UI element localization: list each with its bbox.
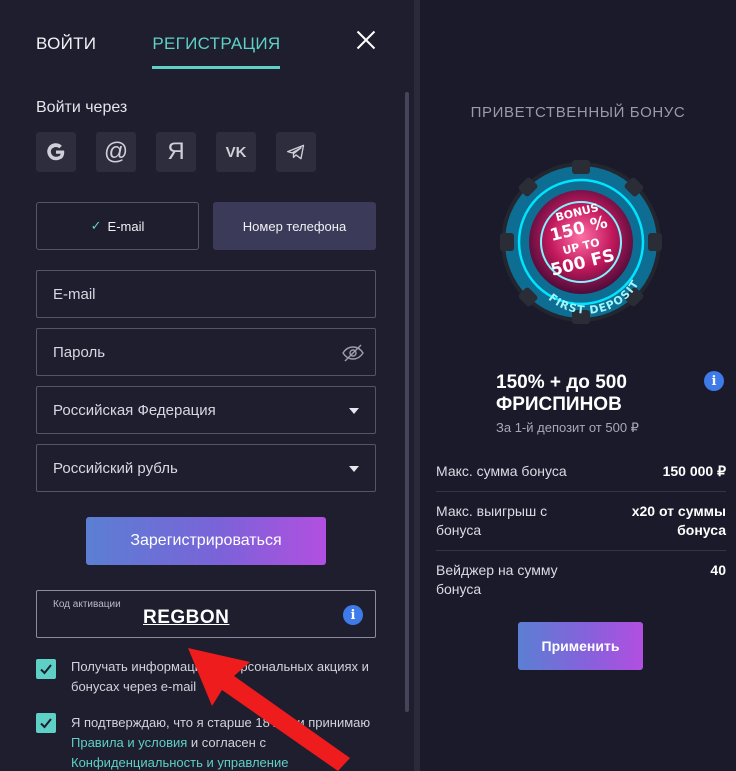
email-placeholder: E-mail: [53, 285, 96, 303]
currency-select[interactable]: Российский рубль: [36, 444, 376, 492]
auth-tabs: ВОЙТИ РЕГИСТРАЦИЯ: [36, 34, 281, 69]
register-button[interactable]: Зарегистрироваться: [86, 517, 326, 565]
bonus-term-row: Макс. выигрыш с бонуса x20 от суммы бону…: [436, 492, 726, 551]
country-select[interactable]: Российская Федерация: [36, 386, 376, 434]
newsletter-checkbox[interactable]: [36, 659, 56, 679]
promo-code-field[interactable]: Код активации REGBON i: [36, 590, 376, 638]
apply-button[interactable]: Применить: [518, 622, 643, 670]
check-icon: [40, 718, 52, 729]
login-via-label: Войти через: [36, 99, 128, 116]
email-field[interactable]: E-mail: [36, 270, 376, 318]
eye-slash-icon[interactable]: [341, 343, 365, 363]
promo-code-value: REGBON: [143, 607, 230, 628]
telegram-icon[interactable]: [276, 132, 316, 172]
password-field[interactable]: Пароль: [36, 328, 376, 376]
offer-title: 150% + до 500 ФРИСПИНОВ: [496, 372, 627, 415]
bonus-title: ПРИВЕТСТВЕННЫЙ БОНУС: [470, 104, 686, 121]
vk-icon[interactable]: VK: [216, 132, 256, 172]
close-icon[interactable]: [354, 28, 378, 52]
casino-chip-image: BONUS 150 % UP TO 500 FS FIRST DEPOSIT: [500, 160, 662, 324]
check-icon: [40, 664, 52, 675]
currency-value: Российский рубль: [53, 459, 178, 477]
deposit-condition: За 1-й депозит от 500 ₽: [496, 420, 639, 435]
social-login-list: @ Я VK: [36, 132, 316, 172]
auth-panel: ВОЙТИ РЕГИСТРАЦИЯ Войти через @ Я VK ✓ E…: [0, 0, 414, 771]
age-terms-checkbox[interactable]: [36, 713, 56, 733]
country-value: Российская Федерация: [53, 401, 216, 419]
promo-code-label: Код активации: [53, 599, 121, 610]
yandex-icon[interactable]: Я: [156, 132, 196, 172]
age-terms-text: Я подтверждаю, что я старше 18 лет и при…: [71, 715, 371, 770]
privacy-link[interactable]: Конфиденциальность и управление: [71, 755, 288, 770]
newsletter-text: Получать информацию о персональных акция…: [71, 659, 369, 694]
bonus-term-row: Макс. сумма бонуса 150 000 ₽: [436, 452, 726, 492]
scrollbar[interactable]: [405, 92, 409, 712]
tab-register[interactable]: РЕГИСТРАЦИЯ: [152, 34, 281, 69]
password-placeholder: Пароль: [53, 343, 106, 361]
tab-login[interactable]: ВОЙТИ: [36, 34, 96, 69]
chevron-down-icon: [349, 408, 359, 414]
bonus-terms-table: Макс. сумма бонуса 150 000 ₽ Макс. выигр…: [436, 452, 726, 609]
bonus-panel: ПРИВЕТСТВЕННЫЙ БОНУС BONUS 150 % UP TO 5…: [420, 0, 736, 771]
mail-at-icon[interactable]: @: [96, 132, 136, 172]
method-email-button[interactable]: ✓ E-mail: [36, 202, 199, 250]
check-icon: ✓: [90, 218, 102, 233]
google-icon[interactable]: [36, 132, 76, 172]
chevron-down-icon: [349, 466, 359, 472]
info-icon[interactable]: i: [343, 605, 363, 625]
terms-link[interactable]: Правила и условия: [71, 735, 187, 750]
bonus-term-row: Вейджер на сумму бонуса 40: [436, 562, 726, 597]
method-phone-button[interactable]: Номер телефона: [213, 202, 376, 250]
info-icon[interactable]: i: [704, 371, 724, 391]
